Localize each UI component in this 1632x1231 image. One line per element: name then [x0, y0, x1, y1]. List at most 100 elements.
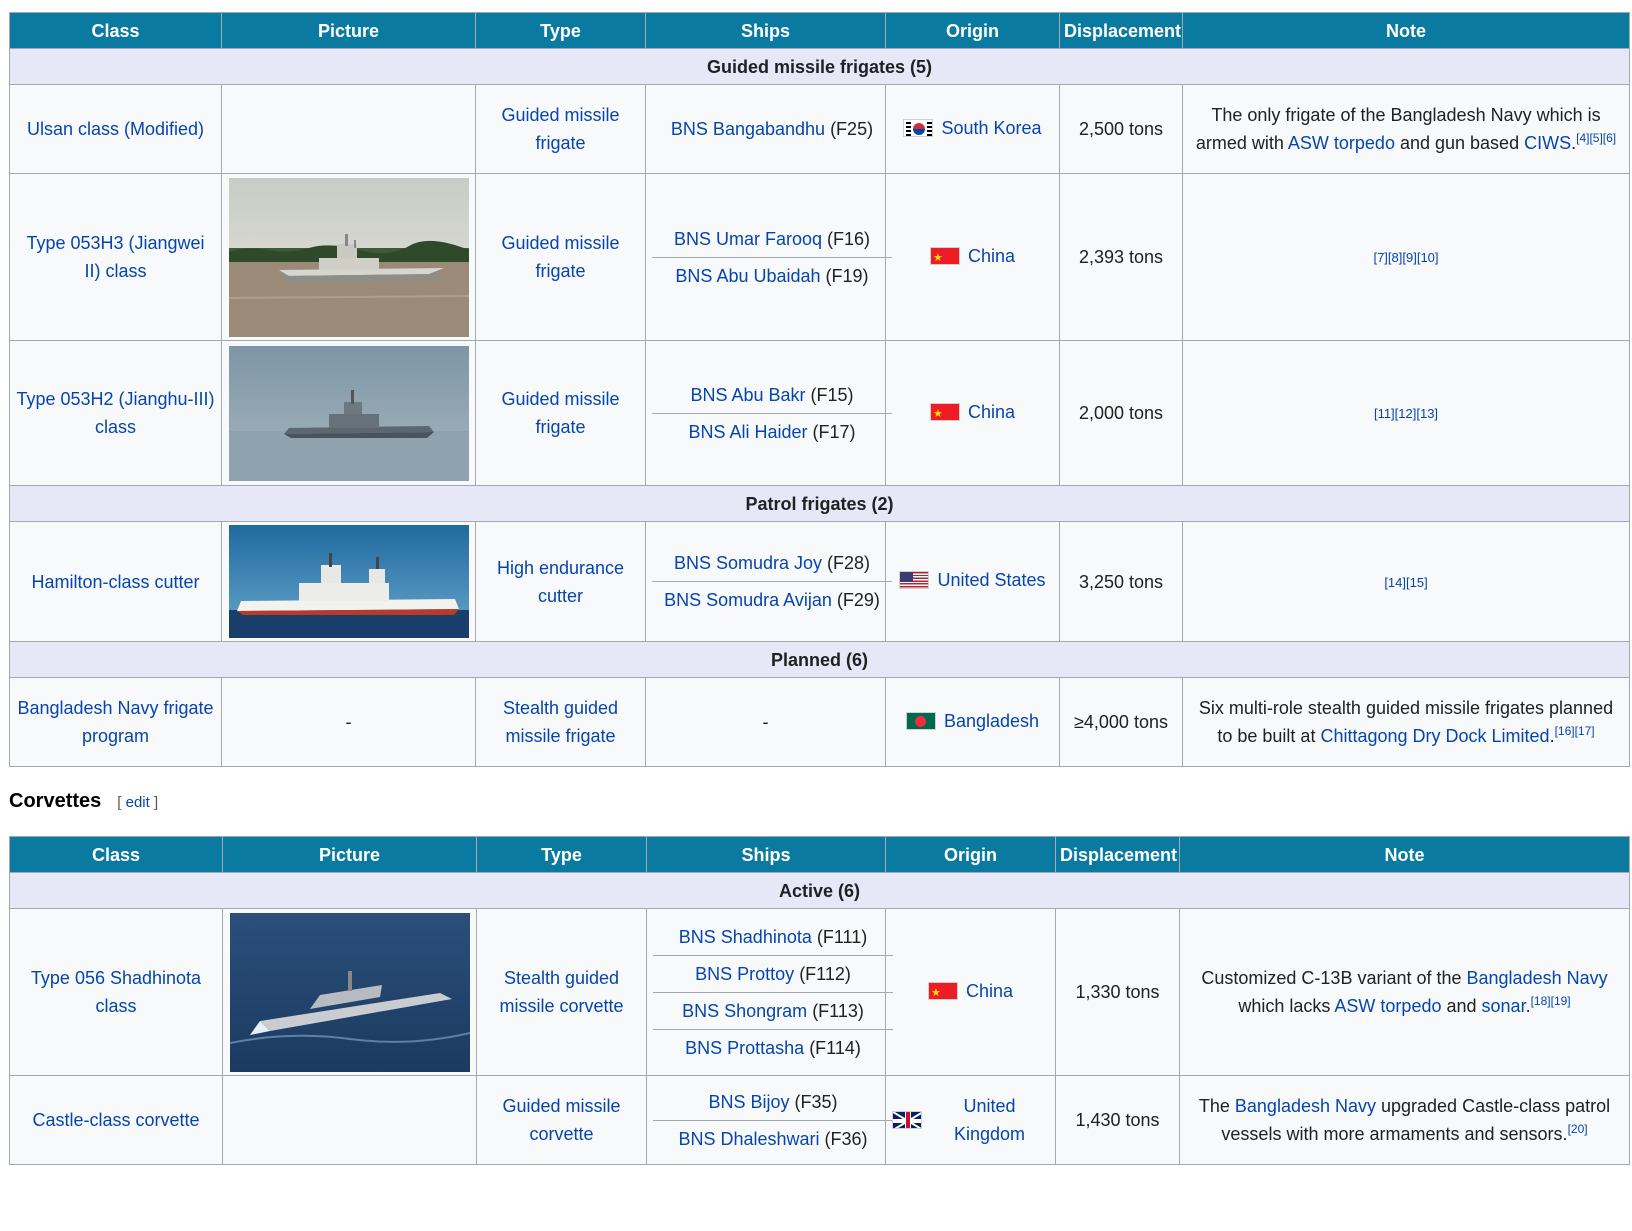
origin-link[interactable]: China	[968, 398, 1015, 426]
type-cell: Guided missile frigate	[475, 340, 646, 486]
type-link[interactable]: Guided missile frigate	[501, 105, 619, 153]
frigates-table: Class Picture Type Ships Origin Displace…	[9, 12, 1630, 767]
ship-link[interactable]: BNS Somudra Avijan	[664, 590, 832, 610]
ship-list: BNS Shadhinota (F111) BNS Prottoy (F112)…	[653, 919, 893, 1066]
edit-link[interactable]: edit	[126, 794, 150, 811]
table-row: Type 053H3 (Jiangwei II) class Guided mi…	[9, 173, 1630, 341]
ship-photo-hamilton-cutter[interactable]	[228, 525, 469, 638]
displacement-cell: 1,330 tons	[1055, 908, 1180, 1076]
reference-links[interactable]: [20]	[1568, 1122, 1588, 1136]
type-cell: Stealth guided missile corvette	[476, 908, 647, 1076]
class-link[interactable]: Bangladesh Navy frigate program	[17, 698, 213, 746]
col-header-note[interactable]: Note	[1182, 12, 1630, 49]
bangladesh-flag-icon	[905, 711, 936, 730]
reference-links[interactable]: [11][12][13]	[1374, 406, 1438, 421]
note-cell: Six multi-role stealth guided missile fr…	[1182, 677, 1630, 767]
col-header-displacement[interactable]: Displacement	[1055, 836, 1180, 873]
origin-link[interactable]: United States	[937, 566, 1045, 594]
ship-link[interactable]: BNS Bijoy	[708, 1092, 789, 1112]
ship-photo-type-053h2[interactable]	[228, 345, 469, 481]
table-row: Hamilton-class cutter High endurance cut…	[9, 521, 1630, 642]
type-link[interactable]: Stealth guided missile corvette	[499, 968, 623, 1016]
origin-link[interactable]: China	[968, 242, 1015, 270]
south-korea-flag-icon	[903, 118, 934, 137]
reference-links[interactable]: [18][19]	[1531, 994, 1571, 1008]
origin-link[interactable]: South Korea	[941, 114, 1041, 142]
ship-link[interactable]: BNS Prottasha	[685, 1038, 804, 1058]
ship-pennant: (F25)	[830, 119, 874, 139]
origin-cell: China	[885, 173, 1060, 341]
type-link[interactable]: High endurance cutter	[497, 558, 624, 606]
col-header-origin[interactable]: Origin	[885, 12, 1060, 49]
ship-link[interactable]: BNS Abu Ubaidah	[675, 266, 820, 286]
col-header-picture[interactable]: Picture	[222, 836, 477, 873]
class-link[interactable]: Type 053H2 (Jianghu-III) class	[16, 389, 214, 437]
note-link-chittagong-dry-dock[interactable]: Chittagong Dry Dock Limited	[1320, 726, 1549, 746]
note-link-bangladesh-navy[interactable]: Bangladesh Navy	[1467, 968, 1608, 988]
class-link[interactable]: Hamilton-class cutter	[31, 572, 199, 592]
ship-link[interactable]: BNS Dhaleshwari	[678, 1129, 819, 1149]
class-cell: Ulsan class (Modified)	[9, 84, 222, 174]
col-header-displacement[interactable]: Displacement	[1059, 12, 1183, 49]
picture-cell	[221, 173, 476, 341]
col-header-ships[interactable]: Ships	[645, 12, 886, 49]
reference-links[interactable]: [14][15]	[1384, 575, 1427, 590]
origin-cell: Bangladesh	[885, 677, 1060, 767]
ships-cell: BNS Shadhinota (F111) BNS Prottoy (F112)…	[646, 908, 893, 1076]
col-header-origin[interactable]: Origin	[885, 836, 1056, 873]
note-link-bangladesh-navy[interactable]: Bangladesh Navy	[1235, 1096, 1376, 1116]
note-link-asw-torpedo[interactable]: ASW torpedo	[1334, 996, 1441, 1016]
ship-link[interactable]: BNS Ali Haider	[688, 422, 807, 442]
origin-link[interactable]: China	[966, 977, 1013, 1005]
type-link[interactable]: Stealth guided missile frigate	[503, 698, 618, 746]
type-cell: Guided missile frigate	[475, 84, 646, 174]
note-text: and	[1441, 996, 1482, 1016]
ship-link[interactable]: BNS Bangabandhu	[671, 119, 825, 139]
ship-link[interactable]: BNS Abu Bakr	[690, 385, 805, 405]
united-kingdom-flag-icon	[892, 1111, 922, 1129]
reference-links[interactable]: [4][5][6]	[1576, 131, 1616, 145]
class-cell: Bangladesh Navy frigate program	[9, 677, 222, 767]
note-link-sonar[interactable]: sonar	[1482, 996, 1526, 1016]
table-row: Type 056 Shadhinota class Stealth guided…	[9, 908, 1630, 1076]
col-header-note[interactable]: Note	[1179, 836, 1630, 873]
note-cell: [7][8][9][10]	[1182, 173, 1630, 341]
class-link[interactable]: Ulsan class (Modified)	[27, 119, 204, 139]
note-link-asw-torpedo[interactable]: ASW torpedo	[1288, 133, 1395, 153]
ship-link[interactable]: BNS Umar Farooq	[674, 229, 822, 249]
class-link[interactable]: Type 056 Shadhinota class	[31, 968, 201, 1016]
class-link[interactable]: Castle-class corvette	[32, 1110, 199, 1130]
origin-link[interactable]: United Kingdom	[930, 1092, 1049, 1148]
class-cell: Hamilton-class cutter	[9, 521, 222, 642]
ship-link[interactable]: BNS Prottoy	[695, 964, 794, 984]
ship-pennant: (F111)	[816, 926, 868, 947]
col-header-type[interactable]: Type	[475, 12, 646, 49]
col-header-type[interactable]: Type	[476, 836, 647, 873]
ship-link[interactable]: BNS Shadhinota	[679, 927, 812, 947]
col-header-class[interactable]: Class	[9, 12, 222, 49]
origin-link[interactable]: Bangladesh	[944, 707, 1039, 735]
ships-cell: BNS Abu Bakr (F15) BNS Ali Haider (F17)	[645, 340, 892, 486]
col-header-class[interactable]: Class	[9, 836, 223, 873]
col-header-picture[interactable]: Picture	[221, 12, 476, 49]
note-cell: [11][12][13]	[1182, 340, 1630, 486]
reference-links[interactable]: [7][8][9][10]	[1373, 250, 1438, 265]
ship-photo-type-053h3[interactable]	[228, 177, 469, 337]
type-link[interactable]: Guided missile frigate	[501, 389, 619, 437]
picture-cell	[221, 340, 476, 486]
class-link[interactable]: Type 053H3 (Jiangwei II) class	[26, 233, 204, 281]
ship-link[interactable]: BNS Shongram	[682, 1001, 807, 1021]
note-cell: Customized C-13B variant of the Banglade…	[1179, 908, 1630, 1076]
united-states-flag-icon	[899, 571, 930, 589]
type-link[interactable]: Guided missile frigate	[501, 233, 619, 281]
type-link[interactable]: Guided missile corvette	[502, 1096, 620, 1144]
note-link-ciws[interactable]: CIWS	[1524, 133, 1571, 153]
reference-links[interactable]: [16][17]	[1555, 724, 1595, 738]
class-cell: Type 053H2 (Jianghu-III) class	[9, 340, 222, 486]
col-header-ships[interactable]: Ships	[646, 836, 886, 873]
ship-link[interactable]: BNS Somudra Joy	[674, 553, 822, 573]
type-cell: Guided missile frigate	[475, 173, 646, 341]
ship-photo-type-056[interactable]	[229, 912, 470, 1072]
ship-pennant: (F112)	[799, 963, 851, 984]
ship-pennant: (F17)	[812, 421, 856, 442]
